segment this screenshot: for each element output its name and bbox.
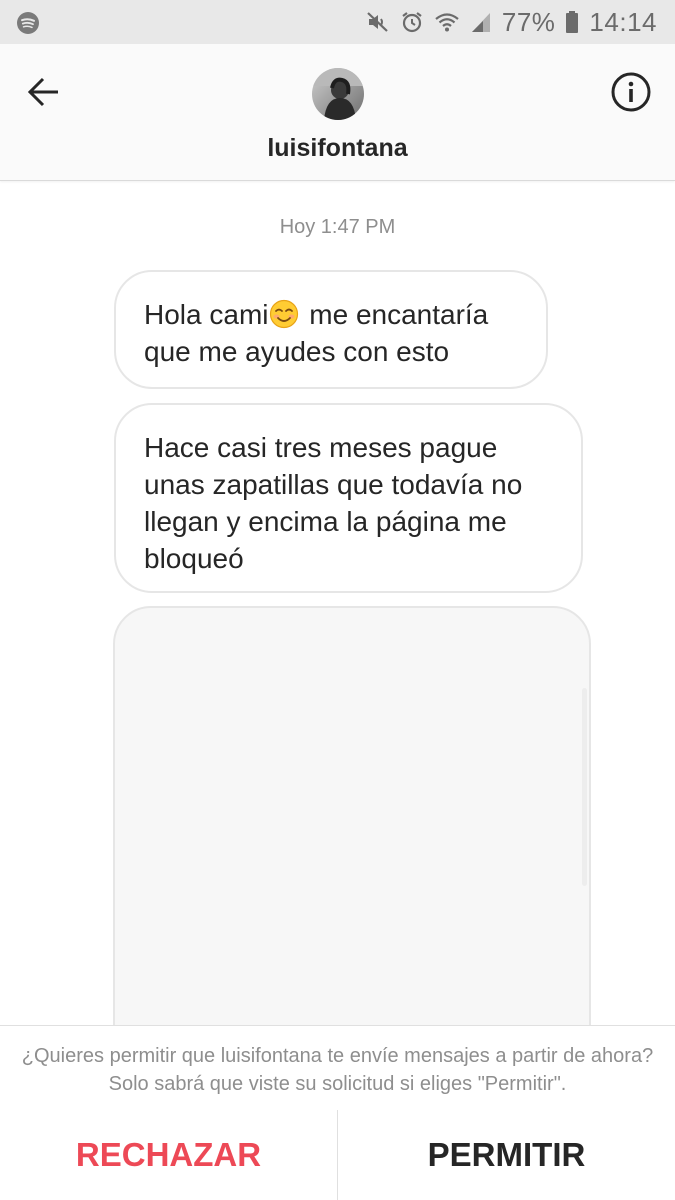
back-button[interactable]	[20, 68, 68, 116]
wifi-icon	[435, 13, 459, 32]
message-text: Hola cami	[144, 299, 269, 330]
message-bubble[interactable]: Hace casi tres meses pague unas zapatill…	[114, 403, 583, 593]
smiling-face-icon	[270, 299, 299, 329]
info-circle-icon	[611, 72, 651, 112]
message-bubble[interactable]: Hola cami me encantaría que me ayudes co…	[114, 270, 548, 389]
info-button[interactable]	[607, 68, 655, 116]
signal-icon	[471, 13, 490, 32]
allow-button[interactable]: PERMITIR	[338, 1110, 675, 1200]
request-actions: RECHAZAR PERMITIR	[0, 1110, 675, 1200]
header-username[interactable]: luisifontana	[0, 134, 675, 163]
request-prompt: ¿Quieres permitir que luisifontana te en…	[21, 1045, 654, 1095]
message-timestamp: Hoy 1:47 PM	[279, 216, 396, 238]
reject-button[interactable]: RECHAZAR	[0, 1110, 338, 1200]
battery-percent: 77%	[501, 6, 556, 37]
scroll-indicator	[582, 688, 587, 886]
message-text: Hace casi tres meses pague unas zapatill…	[144, 432, 523, 574]
alarm-icon	[402, 12, 422, 33]
mute-icon	[367, 12, 388, 32]
chat-screen: 77% 14:14 luisifontana Hoy 1:47 PM Hola …	[0, 0, 675, 1200]
image-message-bubble[interactable]	[113, 606, 591, 1066]
clock: 14:14	[589, 6, 657, 37]
chat-header: luisifontana	[0, 44, 675, 181]
status-bar: 77% 14:14	[0, 0, 675, 44]
avatar-photo	[312, 68, 364, 120]
arrow-left-icon	[27, 77, 58, 107]
message-request-panel: ¿Quieres permitir que luisifontana te en…	[0, 1025, 675, 1111]
spotify-icon	[17, 12, 39, 34]
avatar[interactable]	[312, 68, 364, 120]
status-icons: 77% 14:14	[366, 0, 657, 44]
battery-icon	[566, 11, 579, 33]
